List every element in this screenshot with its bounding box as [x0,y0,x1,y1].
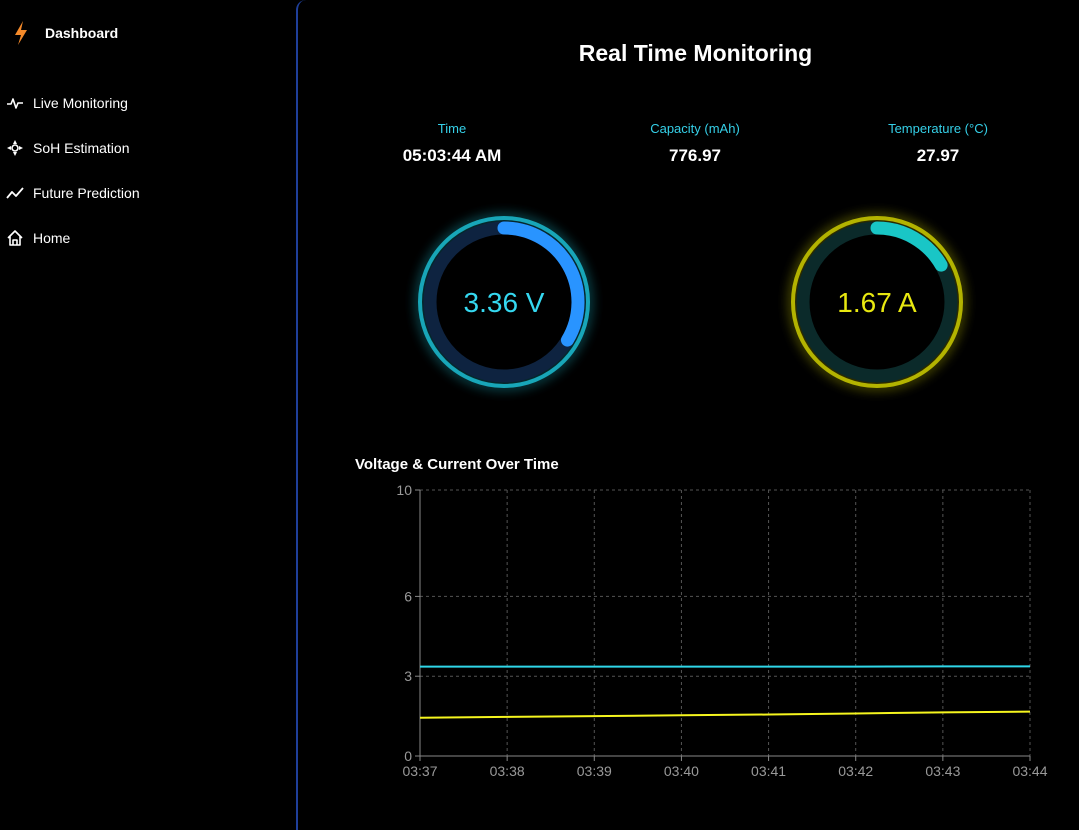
chart-title: Voltage & Current Over Time [355,456,559,473]
main-panel: Real Time Monitoring Time 05:03:44 AM Ca… [296,0,1079,830]
stat-value: 05:03:44 AM [402,146,502,165]
stat-label: Capacity (mAh) [650,121,740,136]
voltage-gauge: 3.36 V [418,216,590,388]
sidebar: Dashboard Live Monitoring SoH Estimation… [0,0,296,830]
home-icon [7,230,23,246]
sidebar-item-future-prediction[interactable]: Future Prediction [6,184,140,202]
stat-value: 27.97 [916,146,960,165]
gauge-arc [870,221,948,272]
bolt-icon [15,21,27,45]
stat-value: 776.97 [669,146,721,165]
x-tick-label: 03:43 [925,763,960,779]
x-tick-label: 03:41 [751,763,786,779]
y-tick-label: 6 [404,588,412,604]
sidebar-item-label: Live Monitoring [33,95,128,111]
y-tick-label: 10 [396,482,412,498]
voltage-current-chart: 0 3 6 10 03:37 03:38 03:39 03:40 03:41 03:42 03:43… [396,482,1047,779]
gauge-value: 3.36 V [464,287,545,318]
x-tick-label: 03:42 [838,763,873,779]
brand-label: Dashboard [45,25,119,41]
compass-icon [7,140,23,156]
x-tick-label: 03:39 [577,763,612,779]
y-tick-label: 0 [404,748,412,764]
sidebar-item-soh-estimation[interactable]: SoH Estimation [6,139,129,157]
x-tick-label: 03:40 [664,763,699,779]
y-tick-label: 3 [404,668,412,684]
sidebar-item-label: SoH Estimation [33,140,130,156]
x-tick-label: 03:37 [402,763,437,779]
trend-icon [6,187,24,199]
stat-label: Temperature (°C) [888,121,988,136]
sidebar-item-label: Future Prediction [33,185,140,201]
sidebar-item-label: Home [33,230,71,246]
sidebar-item-live-monitoring[interactable]: Live Monitoring [6,94,128,112]
x-tick-label: 03:38 [490,763,525,779]
stat-temperature: Temperature (°C) 27.97 [838,121,1038,166]
page-title: Real Time Monitoring [578,40,813,66]
stat-label: Time [437,121,467,136]
brand[interactable]: Dashboard [12,20,118,46]
sidebar-item-home[interactable]: Home [6,229,70,247]
stat-time: Time 05:03:44 AM [352,121,552,166]
x-tick-label: 03:44 [1012,763,1047,779]
stat-capacity: Capacity (mAh) 776.97 [595,121,795,166]
pulse-icon [7,98,23,109]
series-line-1 [419,710,1031,719]
gauge-value: 1.67 A [837,287,917,318]
current-gauge: 1.67 A [791,216,963,388]
